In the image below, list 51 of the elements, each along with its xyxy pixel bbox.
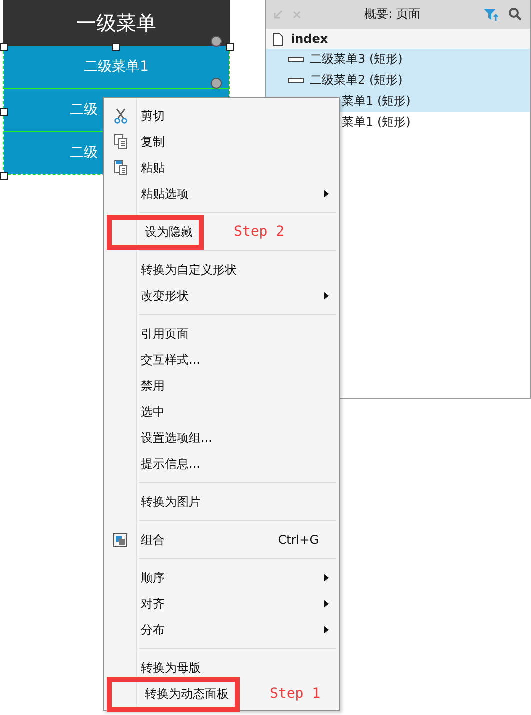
menu-item[interactable]: 转换为自定义形状 [141, 262, 237, 278]
shortcut-label: Ctrl+G [278, 533, 319, 547]
submenu-arrow-icon [324, 600, 329, 608]
step-annotation: Step 2 [234, 224, 285, 240]
resize-handle[interactable] [0, 43, 8, 51]
menu-item[interactable]: 转换为母版 [141, 660, 201, 676]
menu-item[interactable]: 转换为图片 [141, 494, 201, 510]
outline-row-label: 菜单1 (矩形) [342, 114, 411, 131]
menu-item[interactable]: 设置选项组... [141, 430, 212, 446]
menu-item[interactable]: 引用页面 [141, 326, 189, 342]
paste-icon [114, 160, 128, 176]
page-icon [273, 32, 283, 46]
menu-item[interactable]: 组合 [141, 532, 165, 548]
resize-handle[interactable] [112, 43, 120, 51]
menu-header-shape: 一级菜单 [3, 0, 230, 46]
menu-item[interactable]: 分布 [141, 622, 165, 638]
menu-item[interactable]: 交互样式... [141, 352, 200, 368]
submenu-arrow-icon [324, 626, 329, 634]
menu-item[interactable]: 复制 [141, 134, 165, 150]
submenu-arrow-icon [324, 292, 329, 300]
menu-item[interactable]: 设为隐藏 [107, 214, 204, 250]
submenu-arrow-icon [324, 190, 329, 198]
outline-row-label: 菜单1 (矩形) [342, 93, 411, 110]
menu-item[interactable]: 顺序 [141, 570, 165, 586]
resize-handle[interactable] [0, 108, 8, 116]
resize-handle[interactable] [226, 43, 234, 51]
scissors-icon [114, 108, 128, 124]
panel-title: 概要: 页面 [364, 6, 422, 23]
menu-item[interactable]: 粘贴选项 [141, 186, 189, 202]
menu-item[interactable]: 选中 [141, 404, 165, 420]
submenu-arrow-icon [324, 574, 329, 582]
search-icon[interactable] [509, 8, 522, 21]
outline-row[interactable]: 二级菜单3 (矩形) [266, 49, 530, 70]
page-name[interactable]: index [291, 32, 328, 46]
menu-item[interactable]: 粘贴 [141, 160, 165, 176]
rectangle-icon [288, 57, 304, 62]
outline-row[interactable]: 二级菜单2 (矩形) [266, 70, 530, 91]
menu-item[interactable]: 剪切 [141, 108, 165, 124]
resize-handle[interactable] [0, 172, 8, 180]
outline-row-label: 二级菜单2 (矩形) [310, 72, 403, 89]
step-annotation: Step 1 [270, 686, 321, 702]
menu-item[interactable]: 转换为动态面板 [107, 676, 240, 712]
copy-icon [114, 134, 128, 150]
submenu-shape: 二级菜单1 [4, 46, 229, 89]
group-icon [113, 532, 128, 548]
menu-item[interactable]: 禁用 [141, 378, 165, 394]
menu-item[interactable]: 对齐 [141, 596, 165, 612]
menu-item[interactable]: 提示信息... [141, 456, 200, 472]
outline-row-label: 二级菜单3 (矩形) [310, 51, 403, 68]
menu-item[interactable]: 改变形状 [141, 288, 189, 304]
rectangle-icon [288, 78, 304, 83]
